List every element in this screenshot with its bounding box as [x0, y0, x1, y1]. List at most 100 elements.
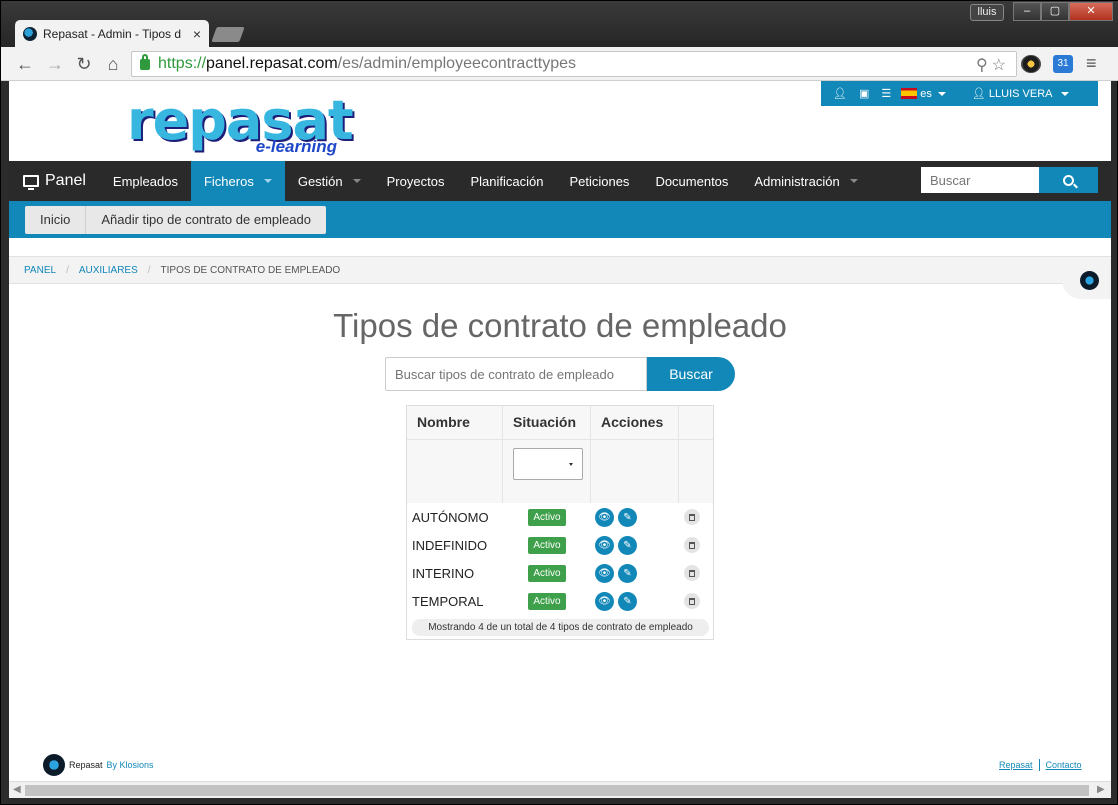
table-row: INDEFINIDO Activo 👁︎ ✎	[407, 531, 713, 559]
breadcrumb-panel[interactable]: PANEL	[24, 265, 56, 276]
side-help-tab[interactable]	[1062, 261, 1111, 299]
breadcrumb-separator: /	[66, 264, 69, 276]
trash-icon[interactable]	[684, 593, 700, 609]
profile-button[interactable]: lluis	[970, 4, 1004, 21]
nav-search-button[interactable]	[1039, 167, 1098, 193]
reload-icon[interactable]: ↻	[74, 54, 94, 74]
scroll-left-icon[interactable]: ◀	[13, 784, 21, 795]
pencil-icon[interactable]: ✎	[618, 508, 637, 527]
menu-icon[interactable]: ≡	[1086, 53, 1097, 74]
table-row: TEMPORAL Activo 👁︎ ✎	[407, 587, 713, 615]
sub-navigation: Inicio Añadir tipo de contrato de emplea…	[9, 201, 1111, 238]
nav-search-input[interactable]	[921, 167, 1039, 193]
footer-brand: Repasat By Klosions	[43, 754, 154, 776]
title-bar: Repasat - Admin - Tipos d × lluis – ▢ ✕	[1, 1, 1118, 47]
panel-brand-link[interactable]: Panel	[9, 161, 100, 201]
browser-tab[interactable]: Repasat - Admin - Tipos d ×	[15, 20, 209, 47]
breadcrumb-separator: /	[147, 264, 151, 276]
breadcrumb-auxiliares[interactable]: AUXILIARES	[79, 265, 138, 276]
chevron-down-icon	[352, 179, 361, 183]
page-title: Tipos de contrato de empleado	[333, 307, 787, 344]
extension-icon[interactable]	[1021, 55, 1041, 73]
maximize-button[interactable]: ▢	[1041, 2, 1069, 21]
nav-proyectos[interactable]: Proyectos	[374, 161, 458, 201]
chevron-down-icon	[1060, 91, 1069, 96]
favicon-icon	[23, 26, 37, 41]
status-badge: Activo	[528, 564, 566, 582]
briefcase-icon[interactable]: ▣	[859, 87, 869, 100]
status-badge: Activo	[528, 536, 566, 554]
forward-arrow-icon[interactable]: →	[45, 54, 65, 74]
search-button[interactable]: Buscar	[647, 357, 735, 391]
star-icon[interactable]: ⚲☆	[976, 55, 1010, 75]
repasat-logo-icon	[43, 754, 65, 776]
footer-links: Repasat Contacto	[999, 759, 1082, 771]
eye-icon[interactable]: 👁︎	[595, 592, 614, 611]
column-header-empty	[679, 406, 713, 439]
back-arrow-icon[interactable]: ←	[15, 54, 35, 74]
nav-documentos[interactable]: Documentos	[642, 161, 741, 201]
footer-contact-link[interactable]: Contacto	[1046, 760, 1082, 770]
scrollbar-thumb[interactable]	[25, 785, 1089, 796]
table-row: INTERINO Activo 👁︎ ✎	[407, 559, 713, 587]
pencil-icon[interactable]: ✎	[618, 564, 637, 583]
row-name: INTERINO	[412, 565, 475, 581]
close-tab-icon[interactable]: ×	[193, 26, 201, 42]
pencil-icon[interactable]: ✎	[618, 592, 637, 611]
trash-icon[interactable]	[684, 565, 700, 581]
repasat-logo[interactable]: repasat e-learning	[127, 94, 354, 161]
trash-icon[interactable]	[684, 509, 700, 525]
row-name: TEMPORAL	[412, 593, 484, 609]
eye-icon[interactable]: 👁︎	[595, 508, 614, 527]
calendar-extension-icon[interactable]: 31	[1053, 55, 1073, 73]
status-badge: Activo	[528, 592, 566, 610]
tab-title: Repasat - Admin - Tipos d	[43, 26, 182, 41]
monitor-icon	[23, 175, 39, 190]
search-form: Buscar	[385, 357, 735, 391]
contract-types-table: Nombre Situación Acciones AUTÓNOMO Activ…	[406, 405, 714, 640]
nav-empleados[interactable]: Empleados	[100, 161, 191, 201]
search-icon	[1063, 174, 1074, 186]
list-icon[interactable]: ☰	[881, 87, 891, 100]
nav-administracion[interactable]: Administración	[741, 161, 870, 201]
search-input[interactable]	[385, 357, 647, 391]
table-summary: Mostrando 4 de un total de 4 tipos de co…	[412, 619, 709, 636]
scroll-right-icon[interactable]: ▶	[1097, 784, 1105, 795]
lock-icon	[140, 53, 150, 70]
nav-planificacion[interactable]: Planificación	[457, 161, 556, 201]
column-header-situacion[interactable]: Situación	[503, 406, 591, 439]
browser-window: Repasat - Admin - Tipos d × lluis – ▢ ✕ …	[0, 0, 1118, 805]
pencil-icon[interactable]: ✎	[618, 536, 637, 555]
nav-gestion[interactable]: Gestión	[285, 161, 374, 201]
close-window-button[interactable]: ✕	[1069, 2, 1113, 21]
url-text: https://panel.repasat.com/es/admin/emplo…	[158, 55, 577, 72]
minimize-button[interactable]: –	[1013, 2, 1041, 21]
status-badge: Activo	[528, 508, 566, 526]
main-navigation: Panel Empleados Ficheros Gestión Proyect…	[9, 161, 1111, 201]
browser-toolbar: ← → ↻ ⌂ https://panel.repasat.com/es/adm…	[1, 47, 1118, 81]
trash-icon[interactable]	[684, 537, 700, 553]
home-icon[interactable]: ⌂	[103, 54, 123, 74]
chevron-down-icon	[263, 179, 272, 183]
status-filter-select[interactable]	[513, 448, 583, 480]
horizontal-scrollbar[interactable]: ◀ ▶	[9, 781, 1111, 798]
chevron-down-icon	[849, 179, 858, 183]
nav-peticiones[interactable]: Peticiones	[556, 161, 642, 201]
address-bar[interactable]: https://panel.repasat.com/es/admin/emplo…	[131, 51, 1017, 77]
user-icon[interactable]: 👤︎	[833, 87, 847, 100]
klosions-link[interactable]: By Klosions	[107, 760, 154, 770]
chevron-down-icon	[937, 91, 946, 96]
nav-ficheros[interactable]: Ficheros	[190, 161, 285, 201]
inicio-button[interactable]: Inicio	[25, 206, 87, 234]
table-row: AUTÓNOMO Activo 👁︎ ✎	[407, 503, 713, 531]
new-tab-button[interactable]	[211, 27, 245, 42]
language-selector[interactable]: es	[920, 88, 932, 100]
eye-icon[interactable]: 👁︎	[595, 536, 614, 555]
breadcrumb: PANEL / AUXILIARES / TIPOS DE CONTRATO D…	[9, 256, 1111, 284]
add-contract-type-button[interactable]: Añadir tipo de contrato de empleado	[86, 206, 326, 234]
footer-repasat-link[interactable]: Repasat	[999, 760, 1033, 770]
user-menu[interactable]: 👤︎ LLUIS VERA	[972, 87, 1053, 100]
eye-icon[interactable]: 👁︎	[595, 564, 614, 583]
column-header-nombre[interactable]: Nombre	[407, 406, 503, 439]
row-name: AUTÓNOMO	[412, 509, 489, 525]
